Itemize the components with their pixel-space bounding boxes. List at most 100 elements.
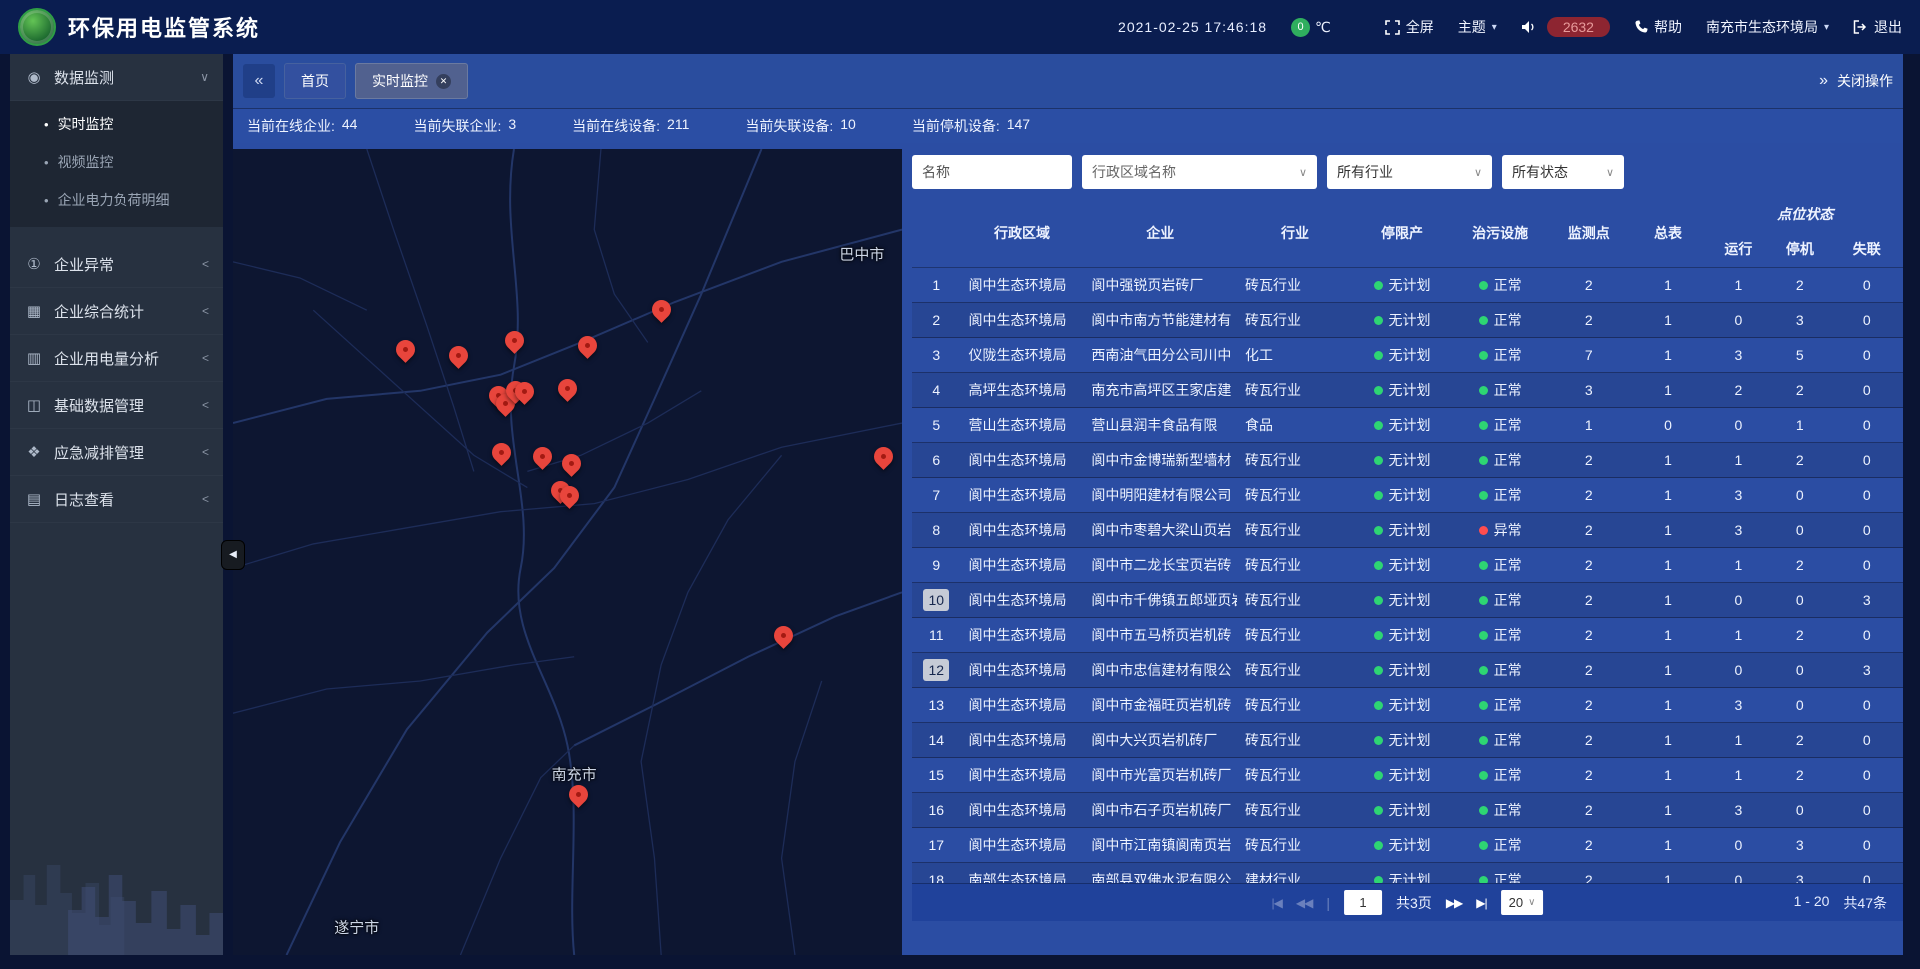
cell-facility-status: 正常 — [1451, 618, 1549, 652]
map-pin[interactable] — [449, 346, 468, 371]
theme-dropdown[interactable]: 主题 ▾ — [1458, 17, 1497, 37]
last-page-button[interactable]: ▶| — [1476, 896, 1486, 910]
table-row[interactable]: 3 仪陇生态环境局 西南油气田分公司川中 化工 无计划 — [912, 338, 1903, 373]
map-pin[interactable] — [558, 379, 577, 404]
table-row[interactable]: 18 南部生态环境局 南部县双佛水泥有限公 建材行业 无计划 — [912, 863, 1903, 883]
alert-count-badge[interactable]: 2632 — [1547, 17, 1610, 37]
table-row[interactable]: 1 阆中生态环境局 阆中强锐页岩砖厂 砖瓦行业 无计划 — [912, 268, 1903, 303]
map-pin[interactable] — [774, 626, 793, 651]
sidebar-item-video-monitor[interactable]: • 视频监控 — [10, 143, 223, 181]
fullscreen-button[interactable]: 全屏 — [1385, 17, 1434, 37]
next-page-button[interactable]: ▶▶ — [1446, 896, 1462, 910]
sidebar-item-power-load-detail[interactable]: • 企业电力负荷明细 — [10, 181, 223, 219]
tab-realtime-monitor[interactable]: 实时监控 ✕ — [355, 63, 468, 99]
cell-plan-status: 无计划 — [1353, 618, 1451, 652]
cell-industry: 砖瓦行业 — [1237, 653, 1353, 687]
table-row[interactable]: 15 阆中生态环境局 阆中市光富页岩机砖厂 砖瓦行业 无计划 — [912, 758, 1903, 793]
map-pin[interactable] — [505, 331, 524, 356]
page-number-input[interactable] — [1344, 890, 1382, 915]
top-header: 环保用电监管系统 2021-02-25 17:46:18 0 ℃ 全屏 主题 ▾… — [0, 0, 1920, 54]
map-panel[interactable]: 巴中市 南充市 遂宁市 — [233, 149, 902, 955]
map-pin[interactable] — [578, 336, 597, 361]
table-row[interactable]: 8 阆中生态环境局 阆中市枣碧大梁山页岩 砖瓦行业 无计划 — [912, 513, 1903, 548]
org-dropdown[interactable]: 南充市生态环境局 ▾ — [1706, 17, 1829, 37]
cell-plan-status: 无计划 — [1353, 583, 1451, 617]
table-row[interactable]: 12 阆中生态环境局 阆中市忠信建材有限公 砖瓦行业 无计划 — [912, 653, 1903, 688]
plan-status-label: 无计划 — [1389, 345, 1431, 365]
plan-status-dot — [1374, 421, 1383, 430]
map-pin[interactable] — [492, 443, 511, 468]
cell-company: 阆中大兴页岩机砖厂 — [1083, 723, 1237, 757]
map-pin[interactable] — [515, 382, 534, 407]
industry-filter-select[interactable]: 所有行业 ∨ — [1327, 155, 1492, 189]
map-pin[interactable] — [652, 300, 671, 325]
logout-button[interactable]: 退出 — [1853, 17, 1902, 37]
map-pin[interactable] — [562, 454, 581, 479]
table-row[interactable]: 10 阆中生态环境局 阆中市千佛镇五郎垭页岩 砖瓦行业 无计划 — [912, 583, 1903, 618]
row-index: 8 — [923, 519, 949, 541]
speaker-button[interactable] — [1521, 20, 1537, 34]
table-row[interactable]: 6 阆中生态环境局 阆中市金博瑞新型墙材 砖瓦行业 无计划 — [912, 443, 1903, 478]
table-row[interactable]: 13 阆中生态环境局 阆中市金福旺页岩机砖 砖瓦行业 无计划 — [912, 688, 1903, 723]
map-pin[interactable] — [560, 486, 579, 511]
table-row[interactable]: 2 阆中生态环境局 阆中市南方节能建材有 砖瓦行业 无计划 — [912, 303, 1903, 338]
cell-lost-count: 3 — [1831, 583, 1903, 617]
table-row[interactable]: 7 阆中生态环境局 阆中明阳建材有限公司 砖瓦行业 无计划 — [912, 478, 1903, 513]
table-row[interactable]: 11 阆中生态环境局 阆中市五马桥页岩机砖 砖瓦行业 无计划 — [912, 618, 1903, 653]
cell-lost-count: 0 — [1831, 408, 1903, 442]
close-tab-icon[interactable]: ✕ — [436, 74, 451, 89]
first-page-button[interactable]: |◀ — [1272, 896, 1282, 910]
name-filter-input[interactable] — [912, 155, 1072, 189]
status-filter-select[interactable]: 所有状态 ∨ — [1502, 155, 1624, 189]
table-row[interactable]: 9 阆中生态环境局 阆中市二龙长宝页岩砖 砖瓦行业 无计划 — [912, 548, 1903, 583]
page-size-select[interactable]: 20 ∨ — [1501, 890, 1544, 915]
grid-chart-icon: ▦ — [24, 302, 44, 320]
cell-stop-count: 0 — [1769, 583, 1830, 617]
plan-status-label: 无计划 — [1389, 870, 1431, 883]
sidebar-group-log-view[interactable]: ▤ 日志查看 < — [10, 476, 223, 523]
table-row[interactable]: 4 高坪生态环境局 南充市高坪区王家店建 砖瓦行业 无计划 — [912, 373, 1903, 408]
table-row[interactable]: 5 营山生态环境局 营山县润丰食品有限 食品 无计划 — [912, 408, 1903, 443]
sidebar-group-enterprise-statistics[interactable]: ▦ 企业综合统计 < — [10, 288, 223, 335]
sidebar-group-emergency-reduction[interactable]: ❖ 应急减排管理 < — [10, 429, 223, 476]
sidebar-group-base-data[interactable]: ◫ 基础数据管理 < — [10, 382, 223, 429]
cell-company: 阆中明阳建材有限公司 — [1083, 478, 1237, 512]
plan-status-dot — [1374, 771, 1383, 780]
table-row[interactable]: 14 阆中生态环境局 阆中大兴页岩机砖厂 砖瓦行业 无计划 — [912, 723, 1903, 758]
cell-run-count: 1 — [1708, 758, 1769, 792]
cell-facility-status: 正常 — [1451, 688, 1549, 722]
sidebar-group-power-analysis[interactable]: ▥ 企业用电量分析 < — [10, 335, 223, 382]
map-pin[interactable] — [569, 785, 588, 810]
map-pin[interactable] — [396, 340, 415, 365]
prev-page-button[interactable]: ◀◀ — [1296, 896, 1312, 910]
database-icon: ◫ — [24, 396, 44, 414]
close-operations-button[interactable]: 关闭操作 — [1837, 71, 1893, 91]
sidebar-group-data-monitoring[interactable]: ◉ 数据监测 ∨ — [10, 54, 223, 101]
table-row[interactable]: 17 阆中生态环境局 阆中市江南镇阆南页岩 砖瓦行业 无计划 — [912, 828, 1903, 863]
cell-monitor-points: 2 — [1549, 793, 1628, 827]
facility-status-label: 正常 — [1494, 590, 1522, 610]
cell-company: 阆中市金博瑞新型墙材 — [1083, 443, 1237, 477]
cell-total-meter: 1 — [1628, 863, 1707, 883]
map-pin[interactable] — [874, 447, 893, 472]
facility-status-dot — [1479, 421, 1488, 430]
cell-industry: 砖瓦行业 — [1237, 513, 1353, 547]
help-button[interactable]: 帮助 — [1634, 17, 1682, 37]
cell-lost-count: 0 — [1831, 478, 1903, 512]
plan-status-dot — [1374, 561, 1383, 570]
sidebar-group-enterprise-abnormal[interactable]: ① 企业异常 < — [10, 241, 223, 288]
tabs-scroll-left-button[interactable]: « — [243, 64, 275, 98]
map-collapse-handle[interactable]: ◀ — [221, 540, 245, 570]
tab-home[interactable]: 首页 — [284, 63, 346, 99]
sidebar-item-realtime-monitor[interactable]: • 实时监控 — [10, 105, 223, 143]
cell-plan-status: 无计划 — [1353, 303, 1451, 337]
cell-industry: 砖瓦行业 — [1237, 583, 1353, 617]
cell-stop-count: 0 — [1769, 478, 1830, 512]
tab-label: 实时监控 — [372, 71, 428, 91]
map-pin[interactable] — [533, 447, 552, 472]
sidebar-item-label: 企业电力负荷明细 — [58, 190, 170, 210]
tabs-scroll-right-button[interactable]: » — [1819, 64, 1828, 98]
table-row[interactable]: 16 阆中生态环境局 阆中市石子页岩机砖厂 砖瓦行业 无计划 — [912, 793, 1903, 828]
region-filter-select[interactable]: 行政区域名称 ∨ — [1082, 155, 1317, 189]
datetime-label: 2021-02-25 17:46:18 — [1118, 19, 1267, 35]
